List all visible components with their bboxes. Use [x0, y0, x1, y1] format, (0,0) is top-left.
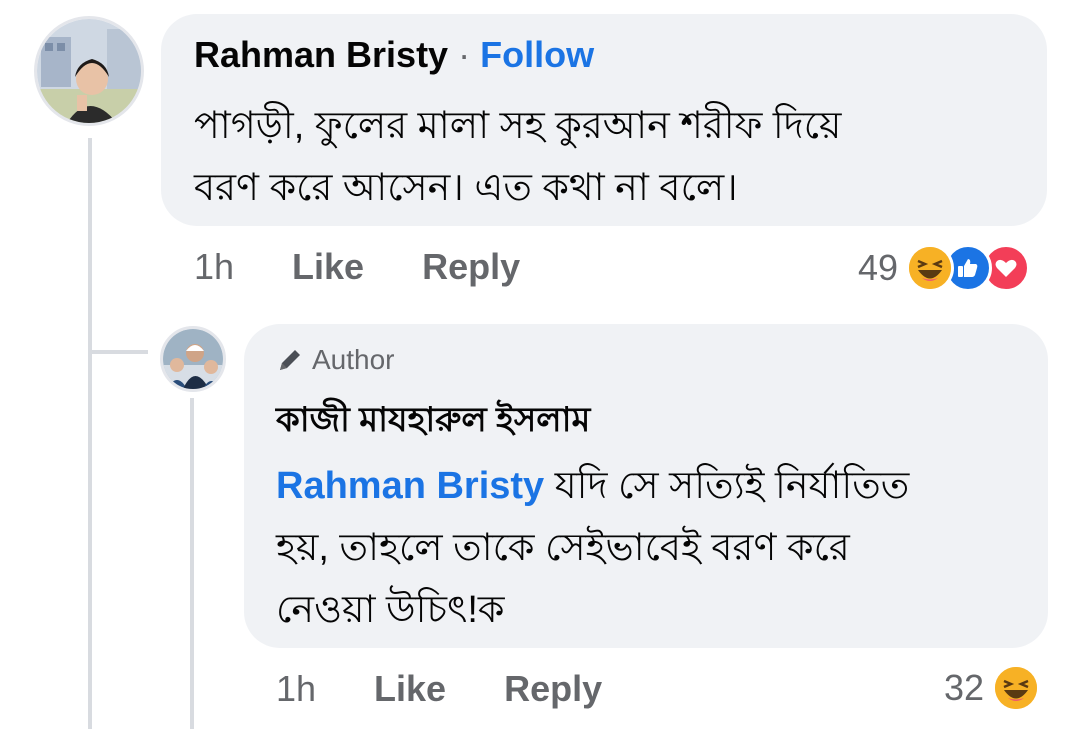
separator-dot: · [458, 34, 471, 75]
avatar[interactable] [34, 16, 144, 126]
comment-text-line-1: পাগড়ী, ফুলের মালা সহ কুরআন শরীফ দিয়ে [194, 105, 842, 147]
author-badge: Author [276, 344, 395, 376]
thread-line-main [88, 138, 92, 729]
thread-line-reply [190, 398, 194, 729]
reply-author[interactable]: কাজী মাযহারুল ইসলাম [276, 394, 590, 451]
reply-text-line-2: হয়, তাহলে তাকে সেইভাবেই বরণ করে [276, 527, 850, 569]
reaction-summary[interactable]: 49 [858, 244, 1031, 292]
comment-text-line-2: বরণ করে আসেন। এত কথা না বলে। [194, 167, 738, 209]
thread-line-branch [88, 350, 148, 354]
reply-timestamp[interactable]: 1h [276, 668, 316, 710]
reply-text-line-1: যদি সে সত্যিই নির্যাতিত [544, 465, 910, 507]
comment-author[interactable]: Rahman Bristy [194, 34, 448, 75]
reply-text-line-3: নেওয়া উচিৎ!ক [276, 589, 505, 631]
reply-bubble: Author কাজী মাযহারুল ইসলাম Rahman Bristy… [244, 324, 1048, 648]
reply-like-button[interactable]: Like [374, 668, 446, 710]
reaction-count: 49 [858, 247, 899, 288]
reply-reaction-count: 32 [944, 667, 985, 708]
comment-bubble: Rahman Bristy · Follow পাগড়ী, ফুলের মাল… [161, 14, 1047, 226]
pencil-icon [276, 346, 304, 374]
reply-button[interactable]: Reply [422, 246, 520, 288]
mention-link[interactable]: Rahman Bristy [276, 465, 544, 507]
comment-timestamp[interactable]: 1h [194, 246, 234, 288]
reply-actions: 1h Like Reply [276, 668, 602, 710]
author-badge-label: Author [312, 344, 395, 375]
follow-button[interactable]: Follow [480, 34, 594, 75]
like-button[interactable]: Like [292, 246, 364, 288]
comment-actions: 1h Like Reply [194, 246, 520, 288]
reply-reply-button[interactable]: Reply [504, 668, 602, 710]
haha-icon [906, 244, 955, 292]
reply-reaction-summary[interactable]: 32 [944, 664, 1041, 712]
reply-avatar[interactable] [160, 326, 226, 392]
haha-icon [992, 664, 1041, 712]
